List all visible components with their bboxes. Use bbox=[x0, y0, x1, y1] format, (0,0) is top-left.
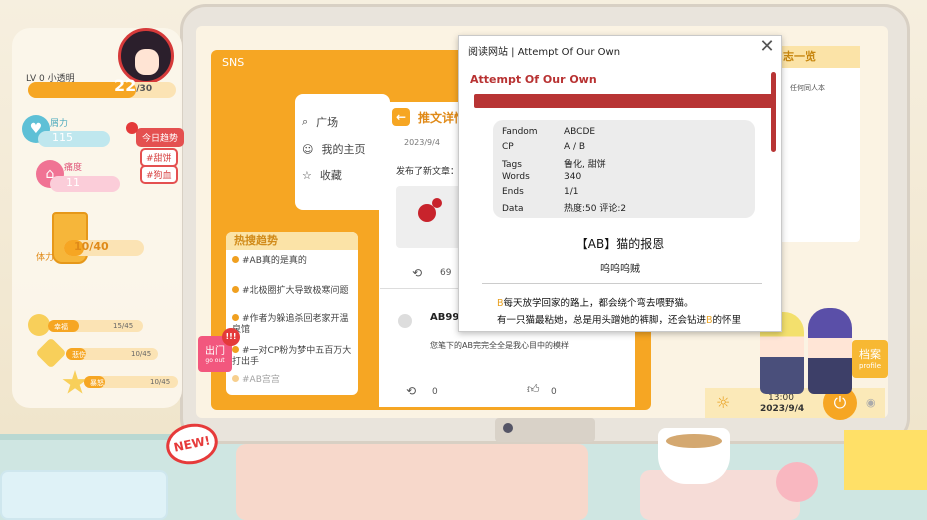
star-icon: ☆ bbox=[302, 168, 312, 182]
post-detail-header: ← 推文详情 bbox=[392, 108, 466, 126]
trending-tag[interactable]: #狗血 bbox=[140, 165, 178, 184]
meta-row-ends: Ends 1/1 bbox=[502, 187, 579, 197]
xp-value: 22/30 bbox=[114, 76, 153, 95]
story-author: 呜呜呜贼 bbox=[600, 264, 640, 275]
post-article-card[interactable] bbox=[396, 186, 466, 248]
search-icon: ⌕ bbox=[302, 115, 309, 128]
mood-value: 15/45 bbox=[113, 322, 134, 330]
nav-item-home[interactable]: ☺ 我的主页 bbox=[302, 141, 365, 157]
user-icon: ☺ bbox=[302, 142, 314, 156]
trend-title: 热搜趋势 bbox=[226, 232, 358, 250]
camera-icon bbox=[503, 423, 513, 433]
post-text: 发布了新文章： bbox=[396, 167, 460, 177]
divider bbox=[482, 283, 762, 284]
pain-label: 痛度 bbox=[64, 163, 83, 173]
alert-badge: !!! bbox=[222, 328, 240, 346]
trend-item[interactable]: #一对CP粉为梦中五百万大打出手 bbox=[232, 346, 354, 368]
trend-item[interactable]: #作者为躲追杀回老家开温泉馆 bbox=[232, 314, 354, 336]
clock-date: 2023/9/4 bbox=[760, 404, 805, 414]
alert-dot bbox=[126, 122, 138, 134]
title-banner bbox=[474, 94, 774, 108]
clock-time: 13:00 bbox=[768, 393, 794, 403]
drink-cup-icon bbox=[52, 212, 88, 264]
log-panel-title: 志一览 bbox=[775, 46, 860, 68]
mood-label: 幸福 bbox=[54, 323, 68, 331]
popup-scrollbar[interactable] bbox=[771, 72, 776, 152]
repost-count: 69 bbox=[440, 268, 452, 278]
comment-like-count: 0 bbox=[551, 387, 557, 397]
archive-sublabel: profile bbox=[858, 362, 882, 370]
nav-item-label: 广场 bbox=[316, 116, 339, 129]
eye-icon[interactable]: ◉ bbox=[866, 396, 876, 409]
work-title: Attempt Of Our Own bbox=[470, 73, 597, 86]
character-purple bbox=[808, 308, 852, 394]
meta-row-fandom: Fandom ABCDE bbox=[502, 127, 596, 137]
nav-item-label: 我的主页 bbox=[321, 143, 366, 156]
comment-text: 您笔下的AB完完全全是我心目中的模样 bbox=[430, 341, 569, 350]
sun-icon[interactable]: ☼ bbox=[716, 393, 730, 412]
sns-window-title: SNS bbox=[222, 56, 245, 69]
post-date: 2023/9/4 bbox=[404, 138, 440, 147]
repost-icon[interactable]: ⟲ bbox=[412, 266, 422, 280]
back-arrow-icon[interactable]: ← bbox=[392, 108, 410, 126]
archive-label: 档案 bbox=[859, 348, 881, 361]
story-line: B每天放学回家的路上，都会绕个弯去喂野猫。 bbox=[497, 298, 694, 309]
archive-button[interactable]: 档案 profile bbox=[852, 340, 888, 378]
trend-item[interactable]: #AB真的是真的 bbox=[232, 256, 354, 267]
nav-item-label: 收藏 bbox=[319, 169, 342, 182]
stamina-label: 体力 bbox=[36, 253, 55, 263]
close-icon[interactable]: ✕ bbox=[757, 37, 777, 57]
nav-item-plaza[interactable]: ⌕ 广场 bbox=[302, 114, 338, 130]
meta-row-cp: CP A / B bbox=[502, 142, 586, 152]
coffee-cup bbox=[658, 428, 730, 484]
meta-row-words: Words 340 bbox=[502, 172, 582, 182]
avatar bbox=[398, 314, 412, 328]
meta-row-tags: Tags 鲁化, 甜饼 bbox=[502, 160, 606, 170]
log-panel-subtitle: 任何同人本 bbox=[790, 84, 825, 92]
stamina-value: 10/40 bbox=[74, 240, 109, 253]
pain-bar bbox=[50, 176, 120, 192]
trend-item[interactable]: #北极圈扩大导致极寒问题 bbox=[232, 286, 354, 297]
repost-icon[interactable]: ⟲ bbox=[406, 384, 416, 398]
trend-item[interactable]: #AB宫宫 bbox=[232, 375, 354, 386]
mood-label: 暴怒 bbox=[90, 379, 104, 387]
mood-label: 悲伤 bbox=[72, 351, 86, 359]
story-line: 有一只猫最粘她，总是用头蹭她的裤脚，还会钻进B的怀里 bbox=[497, 315, 742, 326]
pain-value: 11 bbox=[66, 176, 80, 189]
popup-title: 阅读网站 | Attempt Of Our Own bbox=[468, 47, 621, 58]
meta-row-data: Data 热度:50 评论:2 bbox=[502, 204, 627, 214]
go-out-sublabel: go out bbox=[205, 357, 225, 364]
player-level: LV 0 小透明 bbox=[26, 74, 75, 84]
log-panel bbox=[775, 46, 860, 242]
power-label: 屑力 bbox=[50, 119, 69, 129]
mousepad bbox=[0, 470, 168, 520]
keyboard bbox=[236, 444, 588, 520]
power-bar bbox=[38, 131, 110, 147]
yellow-box bbox=[844, 430, 927, 490]
mood-value: 10/45 bbox=[150, 378, 171, 386]
comment-username[interactable]: AB99 bbox=[430, 312, 459, 323]
octopus-plush bbox=[776, 462, 818, 502]
nav-item-favorites[interactable]: ☆ 收藏 bbox=[302, 167, 342, 183]
story-title: 【AB】猫的报恩 bbox=[575, 237, 665, 251]
trending-label: 今日趋势 bbox=[136, 128, 185, 147]
flower-icon bbox=[28, 314, 50, 336]
comment-repost-count: 0 bbox=[432, 387, 438, 397]
mood-value: 10/45 bbox=[131, 350, 152, 358]
power-value: 115 bbox=[52, 131, 73, 144]
like-icon[interactable]: 👍︎ bbox=[527, 382, 540, 397]
